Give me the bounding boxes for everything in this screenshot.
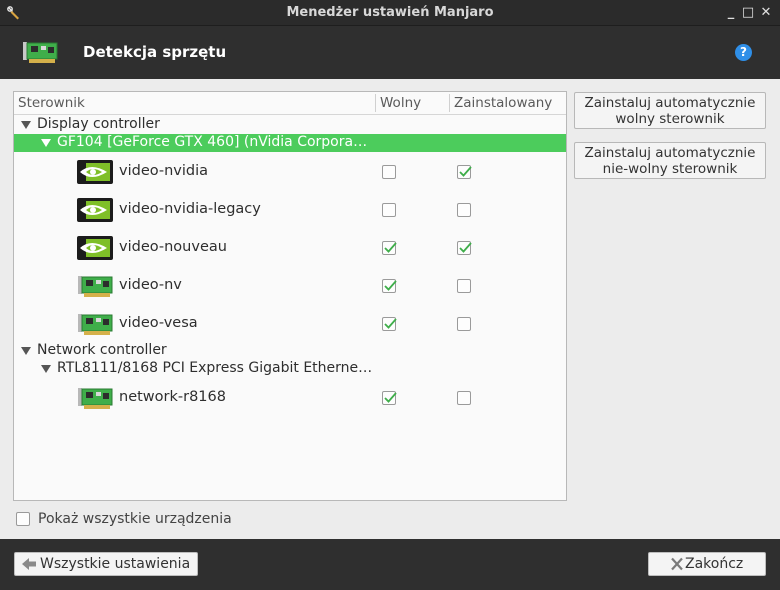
driver-row-network-r8168[interactable]: network-r8168 — [14, 379, 566, 417]
free-checkbox[interactable] — [382, 391, 397, 405]
driver-tree[interactable]: Sterownik Wolny Zainstalowany Display co… — [13, 91, 567, 501]
content-area: Sterownik Wolny Zainstalowany Display co… — [0, 79, 780, 539]
manjaro-settings-window: Menedżer ustawień Manjaro _ □ ✕ Detekcja… — [0, 0, 780, 590]
group-label: Network controller — [37, 342, 167, 358]
pci-card-icon — [78, 276, 113, 297]
column-free[interactable]: Wolny — [380, 95, 421, 111]
tree-device-gf104[interactable]: GF104 [GeForce GTX 460] (nVidia Corpora… — [14, 134, 566, 152]
back-arrow-icon — [22, 558, 36, 570]
close-window-button[interactable]: ✕ — [757, 4, 775, 22]
window-title: Menedżer ustawień Manjaro — [286, 5, 494, 20]
pci-card-icon — [23, 42, 58, 63]
free-checkbox[interactable] — [382, 317, 397, 331]
device-label: RTL8111/8168 PCI Express Gigabit Etherne… — [57, 360, 373, 376]
title-bar[interactable]: Menedżer ustawień Manjaro _ □ ✕ — [0, 0, 780, 26]
check-icon — [384, 280, 397, 291]
close-label: Zakończ — [685, 556, 744, 572]
driver-name: video-nvidia-legacy — [119, 201, 261, 217]
driver-row-video-nv[interactable]: video-nv — [14, 267, 566, 305]
column-divider — [449, 94, 450, 112]
pci-card-icon — [78, 314, 113, 335]
driver-name: video-nvidia — [119, 163, 209, 179]
expander-arrow-icon[interactable] — [21, 347, 31, 355]
nvidia-icon — [77, 160, 113, 184]
tree-group-display-controller[interactable]: Display controller — [14, 116, 566, 134]
device-label: GF104 [GeForce GTX 460] (nVidia Corpora… — [57, 134, 368, 150]
installed-checkbox[interactable] — [457, 241, 472, 255]
minimize-button[interactable]: _ — [722, 4, 740, 22]
installed-checkbox[interactable] — [457, 279, 471, 293]
nvidia-icon — [77, 236, 113, 260]
free-checkbox[interactable] — [382, 165, 396, 179]
all-settings-button[interactable]: Wszystkie ustawienia — [14, 552, 198, 576]
driver-row-video-vesa[interactable]: video-vesa — [14, 305, 566, 343]
group-label: Display controller — [37, 116, 160, 132]
close-icon — [671, 557, 683, 571]
driver-name: video-nouveau — [119, 239, 227, 255]
check-icon — [384, 242, 397, 253]
tree-device-rtl8111[interactable]: RTL8111/8168 PCI Express Gigabit Etherne… — [14, 360, 566, 378]
driver-row-video-nvidia-legacy[interactable]: video-nvidia-legacy — [14, 191, 566, 229]
check-icon — [459, 166, 472, 177]
column-installed[interactable]: Zainstalowany — [454, 95, 552, 111]
column-divider — [375, 94, 376, 112]
all-settings-label: Wszystkie ustawienia — [40, 556, 191, 572]
expander-arrow-icon[interactable] — [21, 121, 31, 129]
free-checkbox[interactable] — [382, 241, 397, 255]
install-free-driver-button[interactable]: Zainstaluj automatycznie wolny sterownik — [574, 92, 766, 129]
help-icon[interactable]: ? — [735, 44, 752, 61]
driver-name: network-r8168 — [119, 389, 226, 405]
driver-row-video-nouveau[interactable]: video-nouveau — [14, 229, 566, 267]
check-icon — [459, 242, 472, 253]
installed-checkbox[interactable] — [457, 165, 472, 179]
page-title: Detekcja sprzętu — [83, 43, 227, 61]
tree-header: Sterownik Wolny Zainstalowany — [14, 92, 566, 115]
install-nonfree-driver-button[interactable]: Zainstaluj automatycznie nie-wolny stero… — [574, 142, 766, 179]
nvidia-icon — [77, 198, 113, 222]
check-icon — [384, 318, 397, 329]
tree-group-network-controller[interactable]: Network controller — [14, 342, 566, 360]
footer-bar: Wszystkie ustawienia Zakończ — [0, 539, 780, 590]
free-checkbox[interactable] — [382, 203, 396, 217]
page-header: Detekcja sprzętu ? — [0, 27, 780, 79]
close-button[interactable]: Zakończ — [648, 552, 766, 576]
installed-checkbox[interactable] — [457, 203, 471, 217]
expander-arrow-icon[interactable] — [41, 365, 51, 373]
show-all-checkbox[interactable] — [16, 512, 30, 526]
installed-checkbox[interactable] — [457, 391, 471, 405]
pci-card-icon — [78, 388, 113, 409]
maximize-button[interactable]: □ — [739, 4, 757, 22]
installed-checkbox[interactable] — [457, 317, 471, 331]
column-driver[interactable]: Sterownik — [18, 95, 85, 111]
free-checkbox[interactable] — [382, 279, 397, 293]
check-icon — [384, 392, 397, 403]
expander-arrow-icon[interactable] — [41, 139, 51, 147]
driver-row-video-nvidia[interactable]: video-nvidia — [14, 153, 566, 191]
driver-name: video-vesa — [119, 315, 198, 331]
show-all-label[interactable]: Pokaż wszystkie urządzenia — [38, 511, 232, 527]
driver-name: video-nv — [119, 277, 182, 293]
